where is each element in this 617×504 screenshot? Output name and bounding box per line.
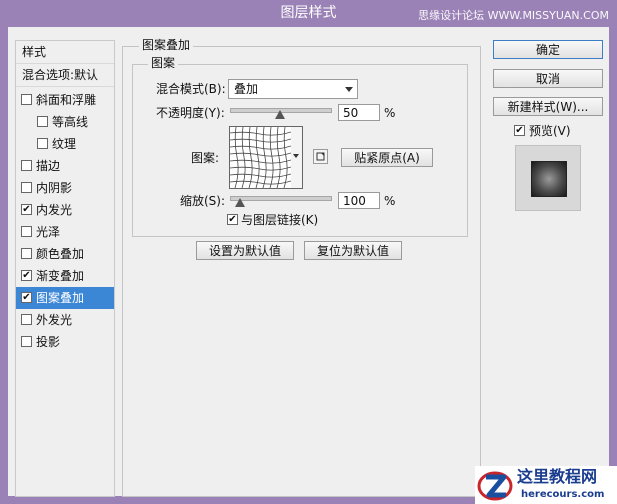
style-item-label: 颜色叠加 — [36, 247, 85, 261]
style-item-label: 描边 — [36, 159, 61, 173]
style-item-label: 纹理 — [52, 137, 77, 151]
blend-mode-label: 混合模式(B): — [156, 82, 226, 96]
scale-slider[interactable] — [230, 196, 332, 201]
pattern-picker-button[interactable] — [291, 126, 303, 189]
style-item-checkbox[interactable] — [37, 138, 48, 149]
cancel-button[interactable]: 取消 — [493, 69, 603, 88]
new-style-button[interactable]: 新建样式(W)... — [493, 97, 603, 116]
style-item[interactable]: 投影 — [16, 331, 114, 353]
link-checkbox-box[interactable]: ✔ — [227, 214, 238, 225]
scale-unit: % — [384, 194, 396, 208]
style-item-label: 渐变叠加 — [36, 269, 85, 283]
make-default-button[interactable]: 设置为默认值 — [196, 241, 294, 260]
opacity-label: 不透明度(Y): — [156, 106, 225, 120]
logo-title: 这里教程网 — [517, 467, 598, 486]
style-item-checkbox[interactable] — [21, 336, 32, 347]
page-icon — [316, 152, 325, 161]
ok-button[interactable]: 确定 — [493, 40, 603, 59]
style-item-checkbox[interactable]: ✔ — [21, 204, 32, 215]
style-item[interactable]: ✔ 渐变叠加 — [16, 265, 114, 287]
style-item[interactable]: 等高线 — [16, 111, 114, 133]
style-item-label: 外发光 — [36, 313, 73, 327]
pattern-swatch[interactable] — [229, 126, 292, 189]
style-preview — [515, 145, 581, 211]
blend-options-label: 混合选项:默认 — [22, 68, 99, 82]
style-item[interactable]: 内阴影 — [16, 177, 114, 199]
style-list: 样式 混合选项:默认 斜面和浮雕等高线纹理描边内阴影 ✔ 内发光光泽颜色叠加 ✔ 渐变叠… — [15, 40, 115, 497]
style-item-checkbox[interactable] — [21, 314, 32, 325]
blend-options-item[interactable]: 混合选项:默认 — [16, 64, 114, 87]
opacity-unit: % — [384, 106, 396, 120]
style-item-checkbox[interactable]: ✔ — [21, 292, 32, 303]
opacity-input[interactable]: 50 — [338, 104, 380, 121]
logo-url: herecours.com — [521, 489, 605, 500]
style-item-label: 投影 — [36, 335, 61, 349]
style-item[interactable]: 外发光 — [16, 309, 114, 331]
style-item[interactable]: 颜色叠加 — [16, 243, 114, 265]
style-item-label: 内阴影 — [36, 181, 73, 195]
new-preset-button[interactable] — [313, 149, 328, 164]
style-item[interactable]: 描边 — [16, 155, 114, 177]
title-bar: 图层样式 思缘设计论坛 WWW.MISSYUAN.COM — [0, 0, 617, 27]
preview-label: 预览(V) — [529, 124, 571, 138]
style-item-label: 等高线 — [52, 115, 89, 129]
watermark: 思缘设计论坛 WWW.MISSYUAN.COM — [418, 9, 609, 22]
chevron-down-icon — [293, 154, 299, 158]
style-list-header-label: 样式 — [22, 45, 47, 59]
style-item-label: 内发光 — [36, 203, 73, 217]
reset-default-button[interactable]: 复位为默认值 — [304, 241, 402, 260]
style-list-header[interactable]: 样式 — [16, 41, 114, 64]
blend-mode-value: 叠加 — [234, 82, 259, 96]
style-item[interactable]: ✔ 内发光 — [16, 199, 114, 221]
preview-swatch — [531, 161, 567, 197]
style-item-checkbox[interactable] — [21, 160, 32, 171]
scale-label: 缩放(S): — [180, 194, 226, 208]
dialog-client: 样式 混合选项:默认 斜面和浮雕等高线纹理描边内阴影 ✔ 内发光光泽颜色叠加 ✔ 渐变叠… — [8, 27, 609, 497]
style-item-checkbox[interactable]: ✔ — [21, 270, 32, 281]
style-item-checkbox[interactable] — [37, 116, 48, 127]
style-item[interactable]: 光泽 — [16, 221, 114, 243]
site-logo: 这里教程网 herecours.com — [475, 466, 617, 504]
style-item-label: 图案叠加 — [36, 291, 85, 305]
grid-pattern-icon — [230, 127, 291, 188]
style-item-checkbox[interactable] — [21, 94, 32, 105]
style-item-checkbox[interactable] — [21, 182, 32, 193]
style-item-checkbox[interactable] — [21, 226, 32, 237]
logo-z-icon — [477, 471, 513, 501]
snap-to-origin-button[interactable]: 贴紧原点(A) — [341, 148, 433, 167]
style-item-checkbox[interactable] — [21, 248, 32, 259]
blend-mode-select[interactable]: 叠加 — [228, 79, 358, 99]
pattern-label: 图案: — [191, 151, 220, 165]
link-label: 与图层链接(K) — [241, 213, 319, 227]
style-item[interactable]: 斜面和浮雕 — [16, 89, 114, 111]
preview-checkbox-box[interactable]: ✔ — [514, 125, 525, 136]
scale-slider-thumb[interactable] — [235, 198, 245, 207]
style-item-label: 斜面和浮雕 — [36, 93, 97, 107]
group-title: 图案叠加 — [139, 38, 194, 52]
style-item-label: 光泽 — [36, 225, 61, 239]
style-item[interactable]: ✔ 图案叠加 — [16, 287, 114, 309]
style-item[interactable]: 纹理 — [16, 133, 114, 155]
scale-input[interactable]: 100 — [338, 192, 380, 209]
subgroup-title: 图案 — [148, 56, 179, 70]
chevron-down-icon — [345, 87, 353, 92]
opacity-slider-thumb[interactable] — [275, 110, 285, 119]
